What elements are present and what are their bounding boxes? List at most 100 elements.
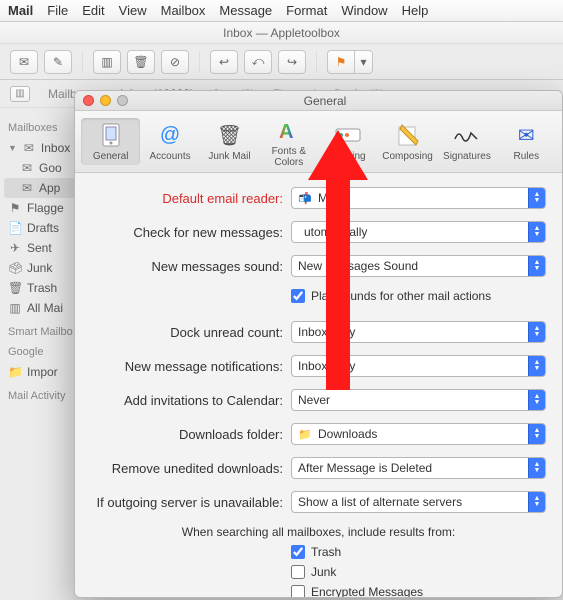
junk-button[interactable]: ⊘ — [161, 50, 189, 74]
select-outgoing[interactable]: Show a list of alternate servers ▲▼ — [291, 491, 546, 513]
select-sound[interactable]: New Messages Sound ▲▼ — [291, 255, 546, 277]
prefs-tab-composing[interactable]: Composing — [378, 118, 437, 165]
checkbox-label: Encrypted Messages — [311, 585, 423, 598]
flag-dropdown[interactable]: ▾ — [355, 50, 373, 74]
forward-icon: ↪ — [287, 55, 297, 69]
select-invitations[interactable]: Never▲▼ — [291, 389, 546, 411]
prefs-titlebar[interactable]: General — [75, 91, 562, 111]
compose-button[interactable]: ✎ — [44, 50, 72, 74]
prefs-tab-label: Viewing — [331, 151, 366, 162]
checkbox-input[interactable] — [291, 289, 305, 303]
reply-button[interactable]: ↩ — [210, 50, 238, 74]
select-check-messages[interactable]: utomatically▲▼ — [291, 221, 546, 243]
select-value: After Message is Deleted — [298, 461, 432, 475]
checkbox-trash[interactable]: Trash — [291, 545, 546, 559]
sidebar-label: Goo — [39, 161, 62, 175]
prefs-tab-accounts[interactable]: @Accounts — [140, 118, 199, 165]
select-arrows-icon: ▲▼ — [528, 458, 545, 478]
menu-format[interactable]: Format — [286, 3, 327, 18]
checkbox-encrypted[interactable]: Encrypted Messages — [291, 585, 546, 598]
prefs-tab-label: Rules — [514, 151, 540, 162]
reply-all-button[interactable]: ⤺ — [244, 50, 272, 74]
delete-button[interactable]: 🗑 — [127, 50, 155, 74]
disclosure-triangle-icon[interactable]: ▼ — [8, 143, 17, 153]
menu-help[interactable]: Help — [402, 3, 429, 18]
select-value: New Messages Sound — [298, 259, 418, 273]
label-downloads: Downloads folder: — [91, 427, 291, 442]
preferences-window: General General @Accounts 🗑 Junk Mail AFo… — [74, 90, 563, 598]
flag-button[interactable]: ⚑ — [327, 50, 355, 74]
prefs-tab-signatures[interactable]: Signatures — [437, 118, 496, 165]
prefs-tab-label: Accounts — [149, 151, 190, 162]
select-arrows-icon: ▲▼ — [528, 256, 545, 276]
prefs-tab-junkmail[interactable]: 🗑 Junk Mail — [200, 118, 259, 165]
folder-icon: 📁 — [8, 365, 22, 379]
checkbox-input[interactable] — [291, 565, 305, 579]
select-default-reader[interactable]: 📬Mail▲▼ — [291, 187, 546, 209]
select-downloads[interactable]: 📁Downloads▲▼ — [291, 423, 546, 445]
chevron-down-icon: ▾ — [360, 55, 366, 69]
label-check-messages: Check for new messages: — [91, 225, 291, 240]
drafts-icon: 📄 — [8, 221, 22, 235]
archive-icon: ▥ — [8, 301, 22, 315]
select-arrows-icon: ▲▼ — [528, 390, 545, 410]
prefs-tab-viewing[interactable]: Viewing — [319, 118, 378, 165]
label-sound: New messages sound: — [91, 259, 291, 274]
menu-file[interactable]: File — [47, 3, 68, 18]
prefs-tab-label: Composing — [382, 151, 433, 162]
menu-window[interactable]: Window — [341, 3, 387, 18]
menubar[interactable]: Mail File Edit View Mailbox Message Form… — [0, 0, 563, 22]
checkbox-input[interactable] — [291, 585, 305, 598]
select-value: Show a list of alternate servers — [298, 495, 462, 509]
checkbox-junk[interactable]: Junk — [291, 565, 546, 579]
inbox-icon: ✉ — [20, 161, 34, 175]
junk-icon: ⊘ — [170, 55, 180, 69]
prefs-tab-fonts[interactable]: AFonts & Colors — [259, 113, 318, 171]
menu-app[interactable]: Mail — [8, 3, 33, 18]
label-notifications: New message notifications: — [91, 359, 291, 374]
sent-icon: ✈ — [8, 241, 22, 255]
checkbox-label: Junk — [311, 565, 336, 579]
menu-mailbox[interactable]: Mailbox — [161, 3, 206, 18]
window-title: Inbox — Appletoolbox — [0, 22, 563, 44]
get-mail-button[interactable]: ✉ — [10, 50, 38, 74]
label-outgoing: If outgoing server is unavailable: — [91, 495, 291, 510]
reply-all-icon: ⤺ — [252, 54, 265, 69]
mailboxes-toggle-icon[interactable]: ▥ — [10, 86, 30, 102]
sidebar-label: Sent — [27, 241, 52, 255]
menu-message[interactable]: Message — [219, 3, 272, 18]
forward-button[interactable]: ↪ — [278, 50, 306, 74]
label-default-reader: Default email reader: — [91, 191, 291, 206]
label-dock-unread: Dock unread count: — [91, 325, 291, 340]
select-remove-downloads[interactable]: After Message is Deleted ▲▼ — [291, 457, 546, 479]
compose-icon: ✎ — [53, 55, 63, 69]
prefs-tab-label: Junk Mail — [208, 151, 250, 162]
main-toolbar: ✉ ✎ ▥ 🗑 ⊘ ↩ ⤺ ↪ ⚑ ▾ — [0, 44, 563, 80]
svg-text:A: A — [279, 121, 293, 142]
menu-view[interactable]: View — [119, 3, 147, 18]
flag-button-group: ⚑ ▾ — [327, 50, 373, 74]
composing-icon — [394, 121, 422, 149]
prefs-tab-general[interactable]: General — [81, 118, 140, 165]
prefs-toolbar: General @Accounts 🗑 Junk Mail AFonts & Co… — [75, 111, 562, 173]
select-value: Inbox Only — [298, 325, 355, 339]
general-icon — [97, 121, 125, 149]
checkbox-input[interactable] — [291, 545, 305, 559]
label-invitations: Add invitations to Calendar: — [91, 393, 291, 408]
junkmail-icon: 🗑 — [215, 121, 243, 149]
prefs-title: General — [88, 94, 562, 108]
checkbox-play-sounds[interactable]: Play sounds for other mail actions — [291, 289, 546, 303]
sidebar-label: Trash — [27, 281, 57, 295]
prefs-body: Default email reader: 📬Mail▲▼ Check for … — [75, 173, 562, 598]
separator — [316, 51, 317, 73]
select-arrows-icon: ▲▼ — [528, 322, 545, 342]
inbox-icon: ✉ — [22, 141, 36, 155]
select-notifications[interactable]: Inbox Only▲▼ — [291, 355, 546, 377]
select-dock-unread[interactable]: Inbox Only ▲▼ — [291, 321, 546, 343]
prefs-tab-rules[interactable]: ✉Rules — [497, 118, 556, 165]
select-arrows-icon: ▲▼ — [528, 492, 545, 512]
archive-button[interactable]: ▥ — [93, 50, 121, 74]
menu-edit[interactable]: Edit — [82, 3, 104, 18]
folder-icon: 📁 — [298, 427, 312, 441]
checkbox-label: Trash — [311, 545, 341, 559]
